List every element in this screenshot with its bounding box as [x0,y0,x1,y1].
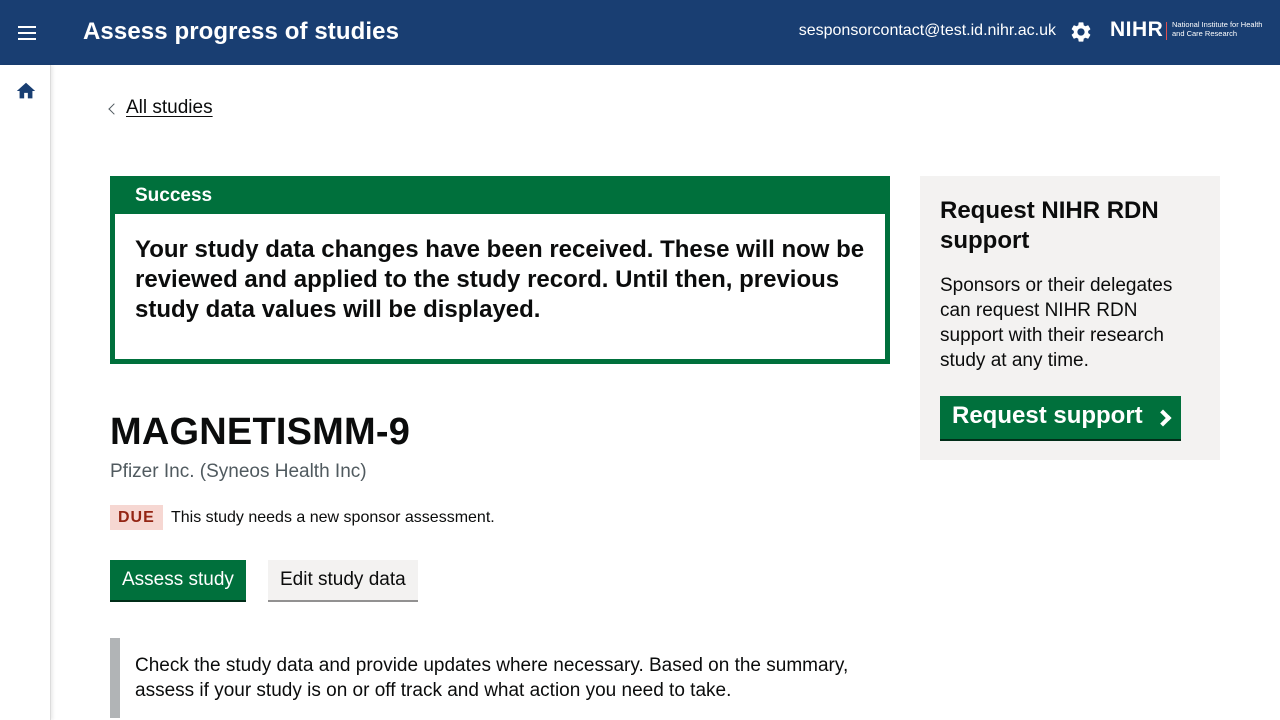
home-icon[interactable] [15,80,37,102]
edit-study-data-button[interactable]: Edit study data [268,560,418,600]
success-heading: Success [115,181,885,214]
study-sponsor: Pfizer Inc. (Syneos Health Inc) [110,461,367,482]
support-panel: Request NIHR RDN support Sponsors or the… [920,176,1220,460]
app-title: Assess progress of studies [83,18,400,45]
app-header: Assess progress of studies sesponsorcont… [0,0,1280,65]
assess-study-button[interactable]: Assess study [110,560,246,600]
breadcrumb: All studies [108,97,213,119]
study-title: MAGNETISMM-9 [110,411,411,453]
user-email: sesponsorcontact@test.id.nihr.ac.uk [798,22,1056,39]
chevron-left-icon [108,102,120,115]
menu-icon[interactable] [14,21,40,45]
status-badge: DUE [110,505,163,530]
status-message: This study needs a new sponsor assessmen… [171,509,495,526]
gear-icon[interactable] [1069,20,1093,44]
all-studies-link[interactable]: All studies [126,97,213,119]
chevron-right-icon [1154,409,1172,427]
success-message: Your study data changes have been receiv… [135,236,865,323]
support-panel-text: Sponsors or their delegates can request … [940,275,1173,371]
inset-text: Check the study data and provide updates… [110,638,890,718]
success-banner: Success Your study data changes have bee… [110,176,890,364]
sidebar [0,65,51,720]
nihr-logo[interactable]: NIHR National Institute for Health and C… [1110,18,1270,44]
request-support-button[interactable]: Request support [940,396,1181,439]
support-panel-title: Request NIHR RDN support [940,197,1159,254]
request-support-label: Request support [952,402,1143,429]
